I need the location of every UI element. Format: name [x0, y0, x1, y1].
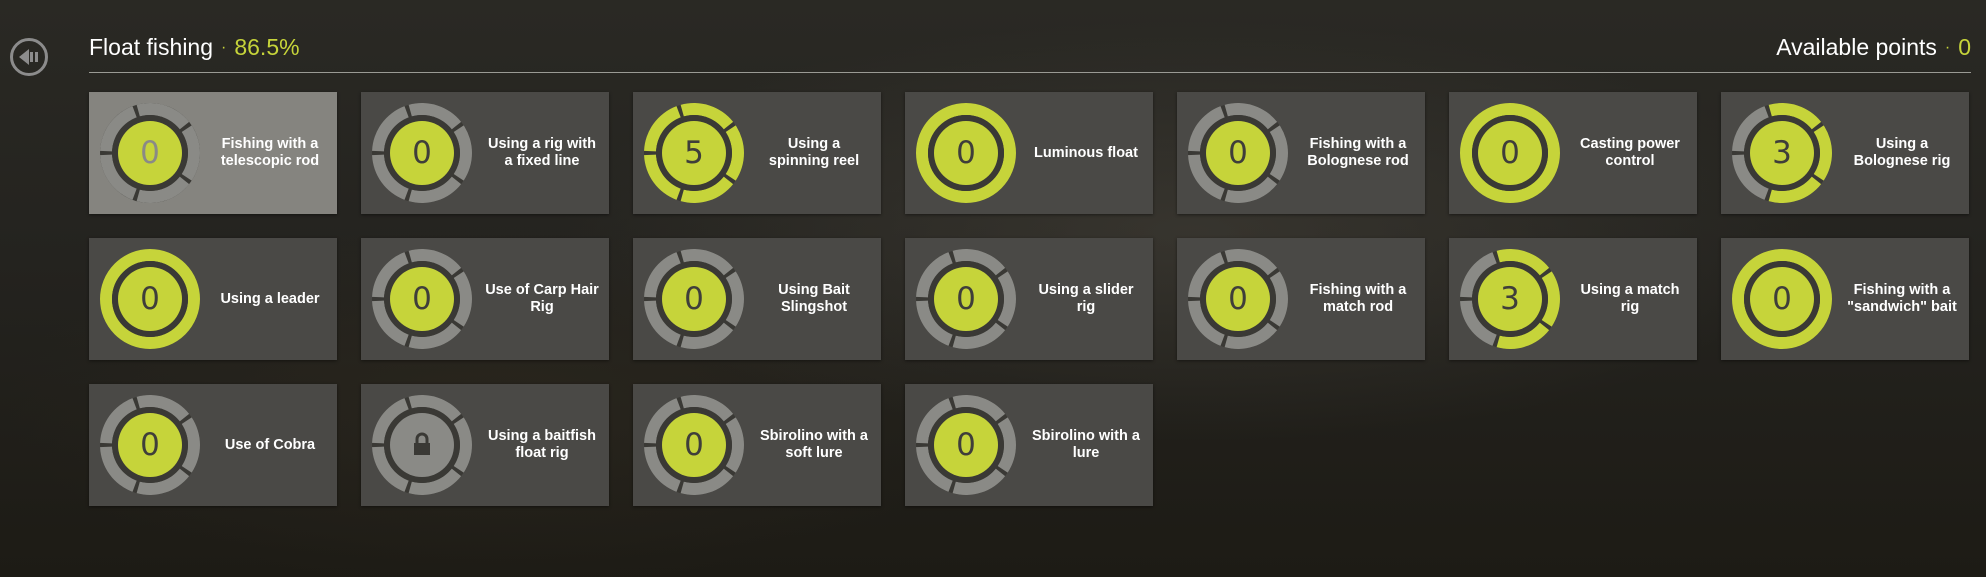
skill-card[interactable]: 0 Using a slider rig: [905, 238, 1153, 360]
back-button[interactable]: [10, 38, 48, 76]
skill-name: Use of Cobra: [224, 436, 316, 453]
skill-name: Using a match rig: [1580, 282, 1680, 315]
category-progress: 86.5%: [234, 34, 300, 60]
skill-level-value: 5: [684, 135, 704, 171]
skill-level-ring: 0: [643, 248, 745, 350]
skill-card[interactable]: 0 Using a rig with a fixed line: [361, 92, 609, 214]
skill-level-ring: 0: [371, 102, 473, 204]
skill-level-value: 3: [1772, 135, 1792, 171]
skill-level-value: 0: [1500, 135, 1520, 171]
skill-card[interactable]: 3 Using a match rig: [1449, 238, 1697, 360]
skill-card[interactable]: 0 Using a leader: [89, 238, 337, 360]
skill-level-ring: 0: [1731, 248, 1833, 350]
skill-card[interactable]: 5 Using a spinning reel: [633, 92, 881, 214]
skill-level-ring: 3: [1731, 102, 1833, 204]
skill-level-value: 0: [956, 427, 976, 463]
skill-name: Using a baitfish float rig: [488, 428, 596, 461]
skill-name: Using a spinning reel: [768, 136, 860, 169]
skill-card[interactable]: 3 Using a Bolognese rig: [1721, 92, 1969, 214]
skill-card[interactable]: 0 Sbirolino with a lure: [905, 384, 1153, 506]
skill-card[interactable]: Using a baitfish float rig: [361, 384, 609, 506]
skill-level-value: 0: [140, 281, 160, 317]
skill-name: Using a Bolognese rig: [1853, 136, 1951, 169]
skill-level-value: 0: [1772, 281, 1792, 317]
available-points: Available points · 0: [1776, 34, 1971, 61]
skill-name: Fishing with a Bolognese rod: [1307, 136, 1409, 169]
skill-level-ring: 0: [371, 248, 473, 350]
back-arrow-icon: [17, 47, 41, 67]
skill-name: Using a leader: [220, 290, 320, 307]
skill-card[interactable]: 0 Sbirolino with a soft lure: [633, 384, 881, 506]
skill-name: Casting power control: [1580, 136, 1680, 169]
skill-name: Fishing with a match rod: [1309, 282, 1407, 315]
skill-card[interactable]: 0 Fishing with a Bolognese rod: [1177, 92, 1425, 214]
skill-level-ring: 5: [643, 102, 745, 204]
skill-name: Sbirolino with a lure: [1032, 428, 1140, 461]
skill-name: Using a slider rig: [1038, 282, 1134, 315]
skill-level-value: 0: [1228, 135, 1248, 171]
skill-level-value: 0: [684, 427, 704, 463]
skill-level-value: 0: [412, 135, 432, 171]
skill-name: Fishing with a "sandwich" bait: [1847, 282, 1957, 315]
skill-level-value: 0: [140, 135, 160, 171]
skill-card[interactable]: 0 Fishing with a match rod: [1177, 238, 1425, 360]
skill-level-ring: 0: [915, 102, 1017, 204]
skill-level-ring: 0: [99, 248, 201, 350]
skill-level-value: 0: [956, 135, 976, 171]
skill-name: Luminous float: [1034, 144, 1138, 161]
skill-level-value: 0: [1228, 281, 1248, 317]
skill-grid: 0 Fishing with a telescopic rod 0 Using a r…: [89, 92, 1971, 506]
skill-level-ring: 3: [1459, 248, 1561, 350]
skill-name: Use of Carp Hair Rig: [485, 282, 599, 315]
skill-level-ring: 0: [1187, 102, 1289, 204]
skill-card[interactable]: 0 Luminous float: [905, 92, 1153, 214]
available-points-label: Available points: [1776, 34, 1937, 60]
skill-name: Using a rig with a fixed line: [488, 136, 596, 169]
skill-level-ring: 0: [99, 394, 201, 496]
skill-card[interactable]: 0 Casting power control: [1449, 92, 1697, 214]
skill-level-value: 0: [140, 427, 160, 463]
skill-level-value: 0: [684, 281, 704, 317]
skill-name: Fishing with a telescopic rod: [220, 136, 320, 169]
category-title: Float fishing: [89, 34, 214, 60]
skill-level-value: 0: [412, 281, 432, 317]
skill-name: Using Bait Slingshot: [778, 282, 850, 315]
skill-card[interactable]: 0 Use of Cobra: [89, 384, 337, 506]
available-points-value: 0: [1958, 34, 1971, 60]
skill-level-value: 3: [1500, 281, 1520, 317]
skill-level-ring: 0: [1187, 248, 1289, 350]
points-separator: ·: [1944, 39, 1951, 56]
skill-level-ring: 0: [915, 248, 1017, 350]
skill-tree-title: Float fishing · 86.5%: [89, 34, 300, 61]
skill-card[interactable]: 0 Use of Carp Hair Rig: [361, 238, 609, 360]
skill-card[interactable]: 0 Fishing with a telescopic rod: [89, 92, 337, 214]
skill-level-value: 0: [956, 281, 976, 317]
title-separator: ·: [221, 39, 227, 56]
skill-card[interactable]: 0 Fishing with a "sandwich" bait: [1721, 238, 1969, 360]
skill-level-ring: 0: [1459, 102, 1561, 204]
skill-name: Sbirolino with a soft lure: [760, 428, 868, 461]
header: Float fishing · 86.5% Available points · 0: [89, 28, 1971, 73]
skill-level-ring: 0: [915, 394, 1017, 496]
skill-card[interactable]: 0 Using Bait Slingshot: [633, 238, 881, 360]
skill-level-ring: 0: [643, 394, 745, 496]
skill-level-ring: 0: [99, 102, 201, 204]
skill-level-ring: [371, 394, 473, 496]
